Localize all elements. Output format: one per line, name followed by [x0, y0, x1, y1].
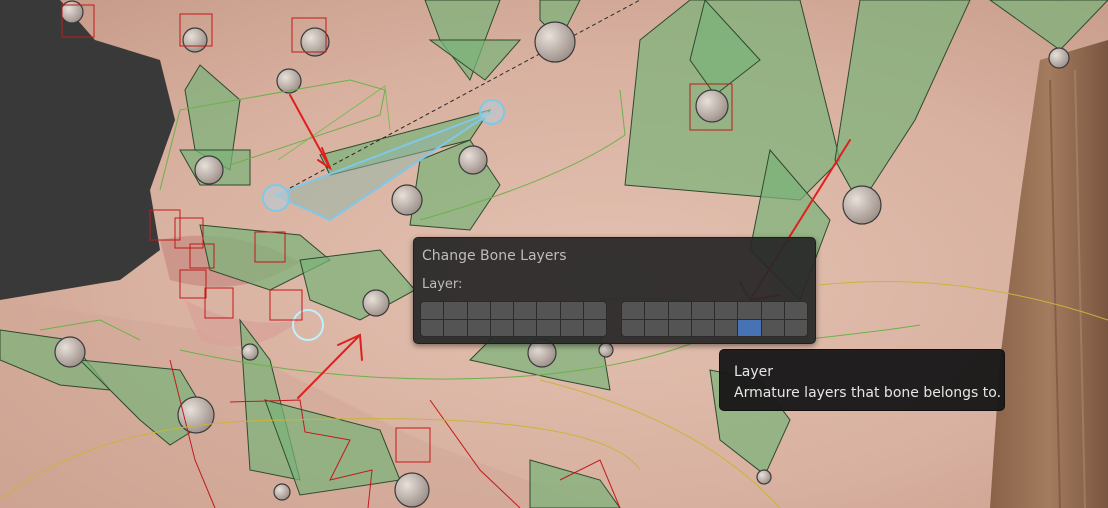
layer-toggle[interactable]	[761, 302, 784, 319]
tooltip-description: Armature layers that bone belongs to.	[734, 385, 1002, 401]
layer-toggle[interactable]	[761, 319, 784, 336]
layer-toggle[interactable]	[514, 319, 537, 336]
layer-toggle[interactable]	[622, 319, 645, 336]
change-bone-layers-popup: Change Bone Layers Layer:	[413, 237, 816, 344]
layer-group-2	[621, 301, 808, 337]
layer-toggle[interactable]	[537, 302, 560, 319]
layer-tooltip: Layer Armature layers that bone belongs …	[719, 349, 1005, 411]
layer-toggle[interactable]	[645, 319, 668, 336]
layer-toggle[interactable]	[622, 302, 645, 319]
layer-toggle[interactable]	[784, 319, 807, 336]
layer-toggle[interactable]	[784, 302, 807, 319]
popup-title: Change Bone Layers	[422, 248, 567, 264]
3d-viewport[interactable]: Change Bone Layers Layer: Layer Armature…	[0, 0, 1108, 508]
layer-toggle[interactable]	[560, 302, 583, 319]
layer-toggle[interactable]	[668, 302, 691, 319]
layer-toggle[interactable]	[560, 319, 583, 336]
layer-toggle[interactable]	[715, 302, 738, 319]
layer-toggle[interactable]	[583, 302, 606, 319]
layer-toggle[interactable]	[738, 302, 761, 319]
layer-toggle[interactable]	[490, 302, 513, 319]
layer-toggle[interactable]	[715, 319, 738, 336]
layer-toggle[interactable]	[467, 319, 490, 336]
layer-toggle[interactable]	[537, 319, 560, 336]
tooltip-title: Layer	[734, 364, 774, 380]
layer-toggle[interactable]	[467, 302, 490, 319]
layer-toggle[interactable]	[668, 319, 691, 336]
layer-group-1	[420, 301, 607, 337]
layer-toggle[interactable]	[691, 302, 714, 319]
layer-toggle[interactable]	[738, 319, 761, 336]
layer-toggle[interactable]	[490, 319, 513, 336]
layer-toggle[interactable]	[583, 319, 606, 336]
layer-label: Layer:	[422, 277, 463, 292]
layer-toggle[interactable]	[691, 319, 714, 336]
layer-toggle[interactable]	[421, 319, 444, 336]
layer-toggle[interactable]	[421, 302, 444, 319]
layer-toggle[interactable]	[444, 302, 467, 319]
layer-toggle[interactable]	[444, 319, 467, 336]
layer-toggle[interactable]	[645, 302, 668, 319]
layer-toggle[interactable]	[514, 302, 537, 319]
